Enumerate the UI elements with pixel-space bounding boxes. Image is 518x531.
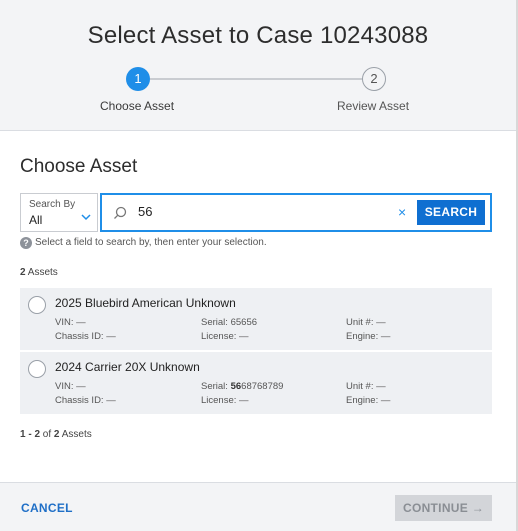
pager-of: of	[40, 429, 54, 440]
clear-search-icon[interactable]: ×	[398, 204, 406, 220]
step-1-label: Choose Asset	[100, 99, 175, 113]
arrow-right-icon: →	[471, 501, 485, 515]
help-icon: ?	[20, 237, 32, 249]
asset-license: License: —	[201, 395, 249, 406]
modal-title: Select Asset to Case 10243088	[87, 22, 429, 49]
step-2-indicator: 2	[362, 67, 386, 91]
search-input[interactable]	[138, 204, 388, 219]
continue-label: CONTINUE	[402, 501, 469, 515]
asset-name: 2024 Carrier 20X Unknown	[55, 360, 200, 374]
asset-engine: Engine: —	[346, 395, 391, 406]
asset-serial-match: 56	[230, 381, 242, 392]
asset-vin: VIN: —	[55, 317, 86, 328]
asset-serial-match: 56	[235, 317, 247, 328]
asset-serial: Serial: 65656	[201, 317, 257, 328]
search-hint-text: Select a field to search by, then enter …	[35, 237, 267, 248]
asset-serial-suffix: 56	[246, 317, 258, 328]
chevron-down-icon	[81, 212, 91, 224]
pagination-summary: 1 - 2 of 2 Assets	[20, 429, 92, 440]
asset-card[interactable]: 2025 Bluebird American Unknown VIN: — Ch…	[20, 288, 492, 350]
modal-header: Select Asset to Case 10243088 1 2 Choose…	[0, 0, 516, 131]
asset-name: 2025 Bluebird American Unknown	[55, 296, 236, 310]
step-2-label: Review Asset	[337, 99, 410, 113]
pager-range: 1 - 2	[20, 429, 41, 440]
section-title: Choose Asset	[20, 156, 138, 177]
results-count-text: Assets	[25, 267, 58, 278]
asset-chassis-id: Chassis ID: —	[55, 331, 116, 342]
asset-license: License: —	[201, 331, 249, 342]
search-by-value: All	[29, 213, 43, 227]
asset-serial: Serial: 5668768789	[201, 381, 283, 392]
select-asset-modal: Select Asset to Case 10243088 1 2 Choose…	[0, 0, 518, 531]
search-by-label: Search By	[29, 199, 76, 210]
cancel-button[interactable]: CANCEL	[21, 501, 73, 515]
search-button[interactable]: SEARCH	[417, 200, 485, 225]
asset-engine: Engine: —	[346, 331, 391, 342]
asset-radio[interactable]	[28, 360, 46, 378]
asset-card[interactable]: 2024 Carrier 20X Unknown VIN: — Chassis …	[20, 352, 492, 414]
search-field: × SEARCH	[100, 193, 492, 232]
results-count: 2 Assets	[20, 267, 58, 278]
asset-chassis-id: Chassis ID: —	[55, 395, 116, 406]
modal-footer: CANCEL CONTINUE →	[0, 482, 516, 531]
asset-serial-prefix: Serial:	[201, 381, 231, 392]
search-hint: ? Select a field to search by, then enter…	[20, 237, 267, 249]
asset-unit: Unit #: —	[346, 381, 386, 392]
continue-button[interactable]: CONTINUE →	[395, 495, 492, 521]
search-icon	[112, 205, 128, 221]
asset-vin: VIN: —	[55, 381, 86, 392]
asset-serial-suffix: 68768789	[241, 381, 284, 392]
asset-serial-prefix: Serial: 6	[201, 317, 236, 328]
asset-unit: Unit #: —	[346, 317, 386, 328]
step-1-indicator: 1	[126, 67, 150, 91]
asset-radio[interactable]	[28, 296, 46, 314]
pager-suffix: Assets	[59, 429, 92, 440]
search-by-select[interactable]: Search By All	[20, 193, 98, 232]
stepper-line	[150, 78, 362, 80]
